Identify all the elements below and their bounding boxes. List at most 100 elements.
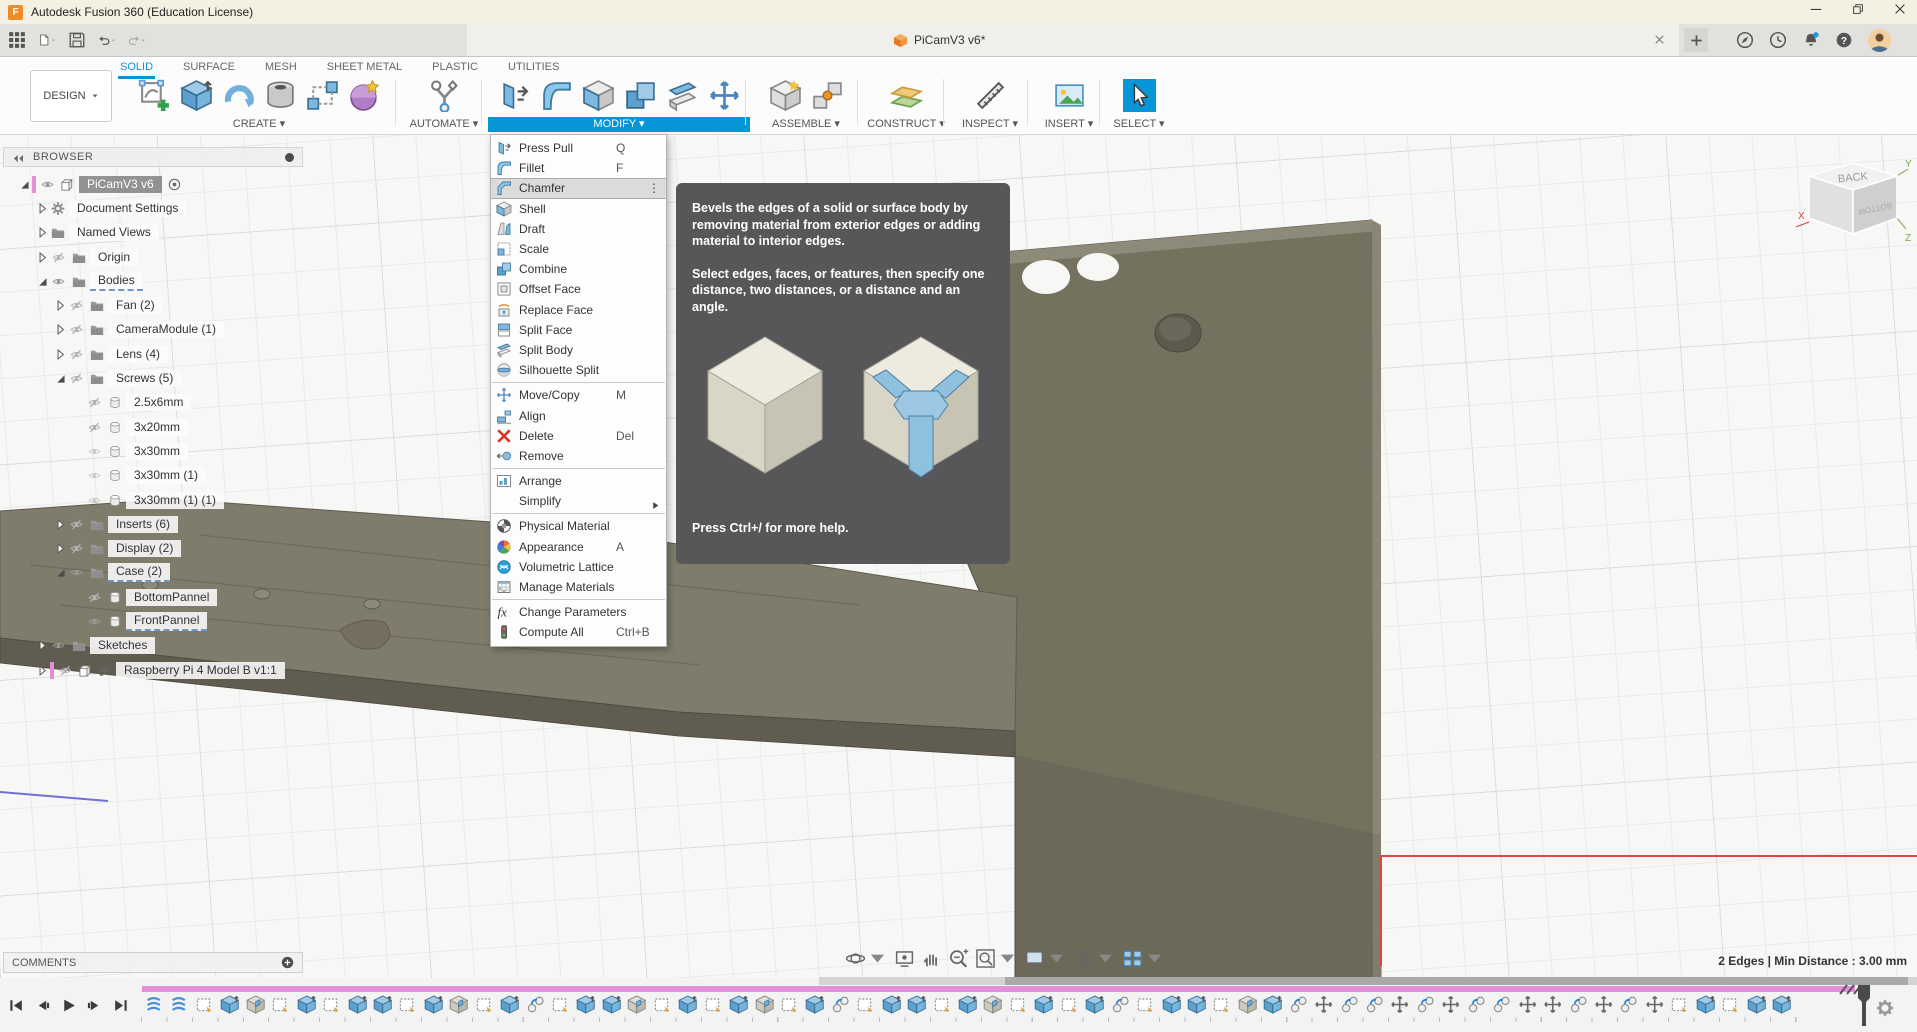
timeline-feature-move-icon[interactable] [1591, 993, 1616, 1016]
browser-item-named-views[interactable]: Named Views [3, 221, 333, 245]
document-tab[interactable]: PiCamV3 v6* [467, 24, 1679, 56]
browser-item-3x30mm-1-1[interactable]: 3x30mm (1) (1) [3, 488, 333, 512]
timeline-feature-sketch-icon[interactable] [1209, 993, 1234, 1016]
timeline-feature-move-icon[interactable] [1642, 993, 1667, 1016]
browser-item-3x30mm[interactable]: 3x30mm [3, 439, 333, 463]
timeline-feature-joint-icon[interactable] [1616, 993, 1641, 1016]
timeline-feature-spring-icon[interactable] [141, 993, 166, 1016]
expand-expanded-icon[interactable] [53, 372, 68, 385]
expand-collapsed-icon[interactable] [35, 251, 50, 264]
browser-item-screws-5[interactable]: Screws (5) [3, 366, 333, 390]
menu-item-arrange[interactable]: Arrange [491, 471, 666, 491]
timeline-feature-extrude-icon[interactable] [726, 993, 751, 1016]
timeline-feature-extrude-icon[interactable] [802, 993, 827, 1016]
expand-collapsed-icon[interactable] [35, 202, 50, 215]
expand-collapsed-icon[interactable] [53, 518, 68, 531]
menu-item-compute-all[interactable]: Compute AllCtrl+B [491, 622, 666, 642]
expand-collapsed-icon[interactable] [53, 348, 68, 361]
menu-item-volumetric-lattice[interactable]: Volumetric Lattice [491, 557, 666, 577]
insert-image-icon[interactable] [1053, 79, 1086, 112]
browser-item-sketches[interactable]: Sketches [3, 634, 333, 658]
timeline-feature-extrude-icon[interactable] [497, 993, 522, 1016]
menu-item-align[interactable]: Align [491, 405, 666, 425]
construct-plane-icon[interactable] [890, 79, 923, 112]
timeline-feature-move-icon[interactable] [1540, 993, 1565, 1016]
timeline-feature-extrude-icon[interactable] [675, 993, 700, 1016]
joint-icon[interactable] [811, 79, 844, 112]
timeline-gear-icon[interactable] [1876, 999, 1894, 1017]
timeline-feature-move-icon[interactable] [1515, 993, 1540, 1016]
timeline-feature-sketch-icon[interactable] [1133, 993, 1158, 1016]
fit-icon[interactable] [975, 948, 1018, 969]
expand-collapsed-icon[interactable] [35, 226, 50, 239]
timeline-feature-extrude-icon[interactable] [345, 993, 370, 1016]
combine-icon[interactable] [624, 79, 657, 112]
menu-item-split-face[interactable]: Split Face [491, 320, 666, 340]
menu-item-draft[interactable]: Draft [491, 219, 666, 239]
step-forward-icon[interactable] [86, 997, 103, 1014]
menu-item-simplify[interactable]: Simplify [491, 491, 666, 511]
timeline-feature-extrude-icon[interactable] [421, 993, 446, 1016]
browser-item-bottompannel[interactable]: BottomPannel [3, 585, 333, 609]
menu-item-chamfer[interactable]: Chamfer⋮ [491, 178, 666, 198]
timeline-feature-sketch-icon[interactable] [777, 993, 802, 1016]
browser-item-inserts-6[interactable]: Inserts (6) [3, 512, 333, 536]
visibility-eye-on-icon[interactable] [50, 639, 67, 652]
shell-icon[interactable] [582, 79, 615, 112]
timeline-feature-sketch-icon[interactable] [1718, 993, 1743, 1016]
job-status-clock-icon[interactable] [1769, 31, 1787, 49]
timeline-feature-extrude-icon[interactable] [955, 993, 980, 1016]
view-cube[interactable]: BACK BOTTOM X Y Z [1793, 157, 1915, 263]
menu-item-change-parameters[interactable]: fxChange Parameters [491, 602, 666, 622]
visibility-eye-on-icon[interactable] [86, 615, 103, 628]
timeline-feature-chamfer-icon[interactable] [1235, 993, 1260, 1016]
timeline-feature-joint-icon[interactable] [523, 993, 548, 1016]
timeline-feature-extrude-icon[interactable] [1031, 993, 1056, 1016]
ribbon-group-label-construct[interactable]: CONSTRUCT ▾ [864, 117, 948, 132]
visibility-eye-off-icon[interactable] [86, 396, 103, 409]
ribbon-group-label-insert[interactable]: INSERT ▾ [1034, 117, 1104, 132]
form-icon[interactable] [348, 79, 381, 112]
timeline-feature-move-icon[interactable] [1438, 993, 1463, 1016]
expand-collapsed-icon[interactable] [53, 542, 68, 555]
app-menu-grid-icon[interactable] [8, 31, 26, 49]
timeline-feature-extrude-icon[interactable] [1159, 993, 1184, 1016]
collapse-panel-icon[interactable] [12, 152, 25, 163]
timeline-feature-move-icon[interactable] [1311, 993, 1336, 1016]
visibility-eye-faded-icon[interactable] [86, 494, 103, 507]
browser-item-fan-2[interactable]: Fan (2) [3, 293, 333, 317]
menu-item-remove[interactable]: Remove [491, 446, 666, 466]
menu-item-move-copy[interactable]: Move/CopyM [491, 385, 666, 405]
browser-item-bodies[interactable]: Bodies [3, 269, 333, 293]
workspace-selector[interactable]: DESIGN [30, 70, 112, 122]
timeline-feature-extrude-icon[interactable] [1693, 993, 1718, 1016]
select-cursor-icon[interactable] [1123, 79, 1156, 112]
timeline-feature-sketch-icon[interactable] [1667, 993, 1692, 1016]
timeline-feature-joint-icon[interactable] [828, 993, 853, 1016]
timeline-feature-extrude-icon[interactable] [573, 993, 598, 1016]
file-new-icon[interactable] [38, 31, 56, 49]
menu-item-appearance[interactable]: AppearanceA [491, 537, 666, 557]
timeline-feature-sketch-icon[interactable] [853, 993, 878, 1016]
viewports-icon[interactable] [1122, 948, 1165, 969]
timeline-feature-sketch-icon[interactable] [395, 993, 420, 1016]
timeline-feature-sketch-icon[interactable] [1057, 993, 1082, 1016]
browser-item-raspberry-pi-4-model-b-v1-1[interactable]: Raspberry Pi 4 Model B v1:1 [3, 658, 333, 682]
menu-item-combine[interactable]: Combine [491, 259, 666, 279]
pattern-icon[interactable] [306, 79, 339, 112]
ribbon-group-label-modify[interactable]: MODIFY ▾ [488, 117, 750, 132]
timeline-feature-sketch-icon[interactable] [192, 993, 217, 1016]
timeline-feature-extrude-icon[interactable] [1744, 993, 1769, 1016]
timeline-feature-chamfer-icon[interactable] [243, 993, 268, 1016]
visibility-eye-on-icon[interactable] [68, 566, 85, 579]
browser-item-case-2[interactable]: Case (2) [3, 561, 333, 585]
menu-item-split-body[interactable]: Split Body [491, 340, 666, 360]
browser-item-display-2[interactable]: Display (2) [3, 536, 333, 560]
timeline-feature-joint-icon[interactable] [1413, 993, 1438, 1016]
timeline-feature-joint-icon[interactable] [1286, 993, 1311, 1016]
step-back-icon[interactable] [34, 997, 51, 1014]
pan-icon[interactable] [921, 948, 942, 969]
revolve-icon[interactable] [222, 79, 255, 112]
new-component-icon[interactable] [769, 79, 802, 112]
visibility-eye-off-icon[interactable] [68, 299, 85, 312]
